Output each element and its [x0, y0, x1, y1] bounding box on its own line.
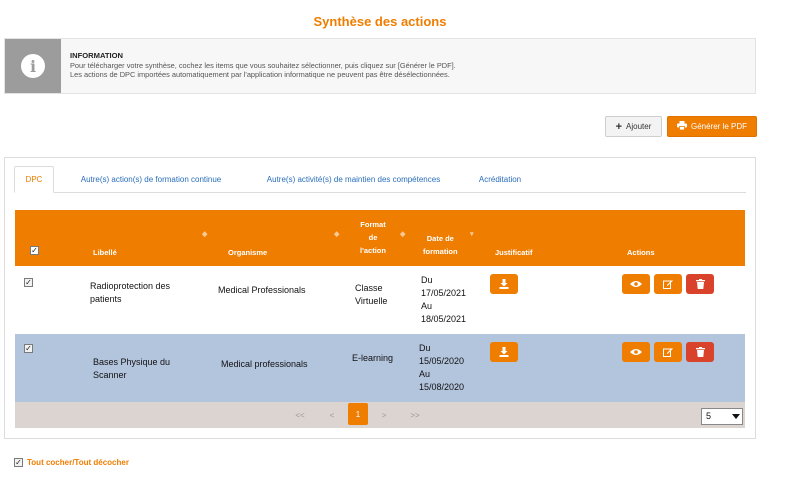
format-header-line-1: Format	[360, 220, 386, 229]
delete-button[interactable]	[686, 274, 714, 294]
date-line-2: 17/05/2021	[421, 288, 467, 298]
date-header-line-1: Date de	[426, 234, 454, 243]
column-header-date[interactable]: Date de formation	[423, 232, 458, 258]
sort-icon[interactable]: ◆	[202, 230, 207, 238]
format-line-1: Classe	[355, 283, 383, 293]
select-all-header-checkbox[interactable]: ✓	[30, 246, 39, 255]
row-format: E-learning	[352, 352, 393, 365]
tab-accreditation[interactable]: Acréditation	[469, 166, 531, 193]
actions-panel: DPC Autre(s) action(s) de formation cont…	[4, 157, 756, 439]
column-header-format[interactable]: Format de l'action	[353, 218, 393, 257]
check-all-toggle[interactable]: ✓ Tout cocher/Tout décocher	[14, 458, 129, 467]
edit-button[interactable]	[654, 274, 682, 294]
tab-dpc[interactable]: DPC	[14, 166, 54, 193]
generate-pdf-label: Générer le PDF	[690, 122, 748, 131]
date-line-3: Au	[421, 301, 433, 311]
format-header-line-2: de	[368, 233, 378, 242]
row-checkbox[interactable]: ✓	[24, 278, 33, 287]
row-organisme: Medical professionals	[221, 359, 308, 369]
plus-icon: +	[615, 120, 623, 133]
libelle-line-1: Radioprotection des	[90, 281, 171, 291]
row-checkbox[interactable]: ✓	[24, 344, 33, 353]
row-organisme: Medical Professionals	[218, 285, 306, 295]
first-page-button[interactable]: <<	[290, 402, 310, 428]
column-header-organisme[interactable]: Organisme	[228, 246, 267, 259]
add-button-label: Ajouter	[626, 122, 652, 131]
last-page-button[interactable]: >>	[405, 402, 425, 428]
tab-other-training[interactable]: Autre(s) action(s) de formation continue	[58, 166, 244, 193]
sort-icon[interactable]: ◆	[334, 230, 339, 238]
eye-icon	[630, 281, 642, 287]
information-text: INFORMATION Pour télécharger votre synth…	[61, 39, 456, 93]
download-icon	[499, 347, 509, 357]
eye-icon	[630, 349, 642, 355]
download-button[interactable]	[490, 274, 518, 294]
page-title: Synthèse des actions	[313, 14, 447, 29]
edit-icon	[663, 348, 673, 357]
date-line-1: Du	[419, 343, 431, 353]
row-libelle: Bases Physique du Scanner	[93, 356, 170, 382]
tab-other-activities[interactable]: Autre(s) activité(s) de maintien des com…	[246, 166, 461, 193]
sort-desc-icon[interactable]: ▾	[470, 230, 474, 238]
check-all-checkbox[interactable]: ✓	[14, 458, 23, 467]
information-line-1: Pour télécharger votre synthèse, cochez …	[70, 60, 456, 70]
edit-icon	[663, 280, 673, 289]
information-panel: i INFORMATION Pour télécharger votre syn…	[4, 38, 756, 94]
date-line-3: Au	[419, 369, 431, 379]
row-format: Classe Virtuelle	[355, 282, 387, 308]
page-size-select[interactable]: 5	[701, 408, 743, 425]
libelle-line-2: patients	[90, 294, 122, 304]
previous-page-button[interactable]: <	[322, 402, 342, 428]
column-header-justificatif: Justificatif	[495, 248, 533, 257]
tab-bar: DPC Autre(s) action(s) de formation cont…	[14, 166, 746, 193]
info-icon-block: i	[5, 39, 61, 93]
trash-icon	[695, 279, 705, 289]
view-button[interactable]	[622, 342, 650, 362]
next-page-button[interactable]: >	[374, 402, 394, 428]
current-page-button[interactable]: 1	[348, 403, 368, 425]
actions-table: ✓ Libellé ◆ Organisme ◆ Format de l'acti…	[15, 210, 745, 428]
table-row: ✓ Radioprotection des patients Medical P…	[15, 266, 745, 334]
libelle-line-1: Bases Physique du	[93, 357, 171, 367]
row-date: Du 17/05/2021 Au 18/05/2021	[421, 274, 466, 326]
download-icon	[499, 279, 509, 289]
date-line-4: 18/05/2021	[421, 314, 467, 324]
page-size-value: 5	[706, 411, 712, 421]
libelle-line-2: Scanner	[93, 370, 127, 380]
add-button[interactable]: + Ajouter	[605, 116, 662, 137]
row-date: Du 15/05/2020 Au 15/08/2020	[419, 342, 464, 394]
format-line-1: E-learning	[352, 353, 394, 363]
view-button[interactable]	[622, 274, 650, 294]
sort-icon[interactable]: ◆	[400, 230, 405, 238]
column-header-libelle[interactable]: Libellé	[93, 246, 117, 259]
download-button[interactable]	[490, 342, 518, 362]
check-all-label[interactable]: Tout cocher/Tout décocher	[27, 458, 129, 467]
table-header: ✓ Libellé ◆ Organisme ◆ Format de l'acti…	[15, 210, 745, 266]
info-icon: i	[21, 54, 45, 78]
row-libelle: Radioprotection des patients	[90, 280, 170, 306]
date-line-1: Du	[421, 275, 433, 285]
trash-icon	[695, 347, 705, 357]
information-line-2: Les actions de DPC importées automatique…	[70, 70, 450, 79]
edit-button[interactable]	[654, 342, 682, 362]
pagination-bar: << < 1 > >> 5	[15, 402, 745, 428]
format-header-line-3: l'action	[360, 246, 386, 255]
generate-pdf-button[interactable]: Générer le PDF	[667, 116, 757, 137]
delete-button[interactable]	[686, 342, 714, 362]
information-title: INFORMATION	[70, 51, 124, 60]
table-row: ✓ Bases Physique du Scanner Medical prof…	[15, 334, 745, 402]
date-line-4: 15/08/2020	[419, 382, 465, 392]
date-line-2: 15/05/2020	[419, 356, 465, 366]
chevron-down-icon	[732, 414, 740, 419]
date-header-line-2: formation	[423, 247, 458, 256]
format-line-2: Virtuelle	[355, 296, 388, 306]
printer-icon	[676, 121, 687, 132]
column-header-actions: Actions	[627, 248, 655, 257]
